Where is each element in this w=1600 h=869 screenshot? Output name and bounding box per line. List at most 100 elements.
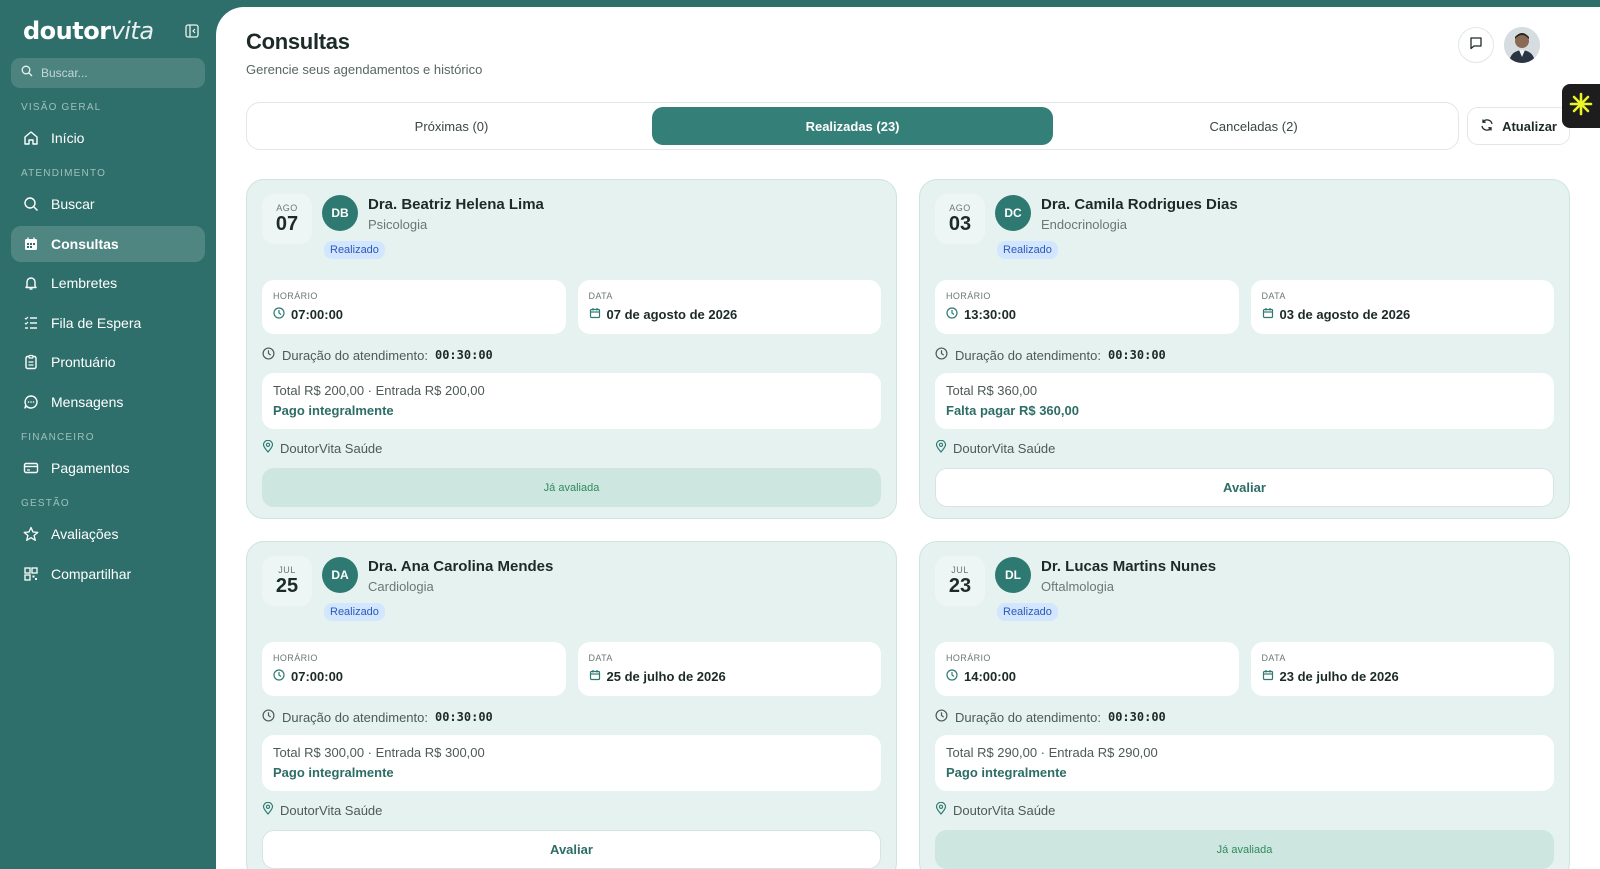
info-row: HORÁRIO 07:00:00 DATA 25 de julho de 202… (262, 642, 881, 696)
calendar-icon (1262, 307, 1274, 322)
appointment-card: JUL 23 DL Dr. Lucas Martins Nunes Oftalm… (919, 541, 1570, 869)
sidebar-item-mensagens[interactable]: Mensagens (11, 384, 205, 420)
rate-button[interactable]: Avaliar (935, 468, 1554, 507)
location-row: DoutorVita Saúde (935, 801, 1554, 819)
search-input[interactable] (41, 66, 191, 80)
avatar[interactable] (1504, 27, 1540, 63)
time-label: HORÁRIO (946, 291, 991, 301)
date-day: 23 (948, 575, 972, 597)
status-badge: Realizado (324, 241, 385, 259)
refresh-icon (1480, 118, 1494, 135)
tabs: Próximas (0) Realizadas (23) Canceladas … (246, 102, 1460, 150)
date-day: 03 (948, 213, 972, 235)
tab-canceladas[interactable]: Canceladas (2) (1053, 107, 1454, 145)
nav-section-title: FINANCEIRO (21, 431, 95, 443)
sidebar-item-avaliacoes[interactable]: Avaliações (11, 516, 205, 552)
time-value: 14:00:00 (964, 669, 1017, 684)
date-month: AGO (276, 203, 298, 213)
page-header: Consultas Gerencie seus agendamentos e h… (246, 7, 1570, 101)
duration-label: Duração do atendimento: (282, 347, 428, 363)
duration-value: 00:30:00 (434, 710, 493, 724)
doctor-name: Dra. Beatriz Helena Lima (368, 196, 544, 213)
date-box: DATA 03 de agosto de 2026 (1250, 280, 1554, 334)
info-row: HORÁRIO 13:30:00 DATA 03 de agosto de 20… (935, 280, 1554, 334)
tab-realizadas[interactable]: Realizadas (23) (652, 107, 1054, 145)
payment-status: Falta pagar R$ 360,00 (946, 403, 1079, 418)
sidebar-item-buscar[interactable]: Buscar (11, 186, 205, 222)
date-value: 07 de agosto de 2026 (606, 307, 738, 322)
clock-icon (935, 347, 948, 363)
date-box: DATA 25 de julho de 2026 (577, 642, 881, 696)
sidebar-item-inicio[interactable]: Início (11, 120, 205, 156)
sidebar-item-label: Avaliações (51, 525, 119, 542)
assistant-widget[interactable] (1562, 84, 1600, 128)
page-title: Consultas (246, 29, 350, 54)
sidebar-item-label: Início (51, 130, 85, 146)
time-label: HORÁRIO (273, 291, 318, 301)
sidebar-item-compartilhar[interactable]: Compartilhar (11, 556, 205, 592)
location-name: DoutorVita Saúde (953, 440, 1056, 456)
clock-icon (262, 347, 275, 363)
status-badge: Realizado (324, 603, 385, 621)
date-day: 25 (275, 575, 299, 597)
search-box[interactable] (11, 58, 205, 88)
date-value-row: 03 de agosto de 2026 (1262, 307, 1544, 322)
sidebar-item-consultas[interactable]: Consultas (11, 225, 205, 262)
clock-icon (946, 307, 958, 322)
location-name: DoutorVita Saúde (280, 440, 383, 456)
already-rated-button[interactable]: Já avaliada (262, 468, 881, 507)
logo[interactable]: doutorvita (23, 17, 154, 45)
sidebar-item-lembretes[interactable]: Lembretes (11, 265, 205, 301)
header-actions (1458, 27, 1540, 63)
location-row: DoutorVita Saúde (935, 439, 1554, 457)
date-month: AGO (949, 203, 971, 213)
date-label: DATA (588, 653, 613, 663)
calendar-icon (1262, 669, 1274, 684)
sidebar-item-label: Buscar (51, 196, 95, 212)
sidebar-item-label: Lembretes (51, 275, 118, 292)
location-row: DoutorVita Saúde (262, 801, 881, 819)
doctor-specialty: Psicologia (368, 217, 428, 232)
payment-box: Total R$ 200,00 · Entrada R$ 200,00 Pago… (262, 373, 881, 429)
sidebar-item-prontuario[interactable]: Prontuário (11, 344, 205, 380)
time-value: 07:00:00 (291, 307, 344, 322)
rate-button[interactable]: Avaliar (262, 830, 881, 869)
search-icon (21, 64, 33, 82)
duration-label: Duração do atendimento: (955, 709, 1101, 725)
already-rated-button[interactable]: Já avaliada (935, 830, 1554, 869)
date-month: JUL (278, 565, 296, 575)
list-icon (23, 315, 39, 331)
map-pin-icon (935, 801, 947, 818)
appointment-card: AGO 03 DC Dra. Camila Rodrigues Dias End… (919, 179, 1570, 519)
chat-button[interactable] (1458, 27, 1494, 63)
sidebar-item-fila-de-espera[interactable]: Fila de Espera (11, 305, 205, 341)
date-value: 25 de julho de 2026 (606, 669, 726, 684)
date-value-row: 25 de julho de 2026 (589, 669, 871, 684)
date-badge: JUL 23 (935, 556, 985, 606)
message-icon (23, 394, 39, 410)
duration-row: Duração do atendimento: 00:30:00 (262, 708, 881, 726)
time-box: HORÁRIO 14:00:00 (935, 642, 1239, 696)
doctor-name: Dra. Camila Rodrigues Dias (1041, 196, 1238, 213)
payment-box: Total R$ 290,00 · Entrada R$ 290,00 Pago… (935, 735, 1554, 791)
refresh-button[interactable]: Atualizar (1467, 107, 1570, 145)
clock-icon (273, 307, 285, 322)
qr-code-icon (23, 566, 39, 582)
time-value-row: 14:00:00 (946, 669, 1228, 684)
payment-status: Pago integralmente (273, 765, 394, 780)
sidebar-item-pagamentos[interactable]: Pagamentos (11, 450, 205, 486)
sidebar-item-label: Compartilhar (51, 565, 132, 582)
sidebar-collapse-icon[interactable] (183, 22, 201, 40)
doctor-initials-avatar: DA (322, 557, 358, 593)
info-row: HORÁRIO 07:00:00 DATA 07 de agosto de 20… (262, 280, 881, 334)
duration-value: 00:30:00 (434, 348, 493, 362)
doctor-initials-avatar: DC (995, 195, 1031, 231)
sidebar-item-label: Prontuário (51, 354, 116, 371)
tab-proximas[interactable]: Próximas (0) (251, 107, 652, 145)
time-label: HORÁRIO (946, 653, 991, 663)
calendar-icon (589, 307, 601, 322)
star-icon (23, 526, 39, 542)
calendar-icon (23, 236, 39, 252)
location-row: DoutorVita Saúde (262, 439, 881, 457)
time-value-row: 07:00:00 (273, 669, 555, 684)
